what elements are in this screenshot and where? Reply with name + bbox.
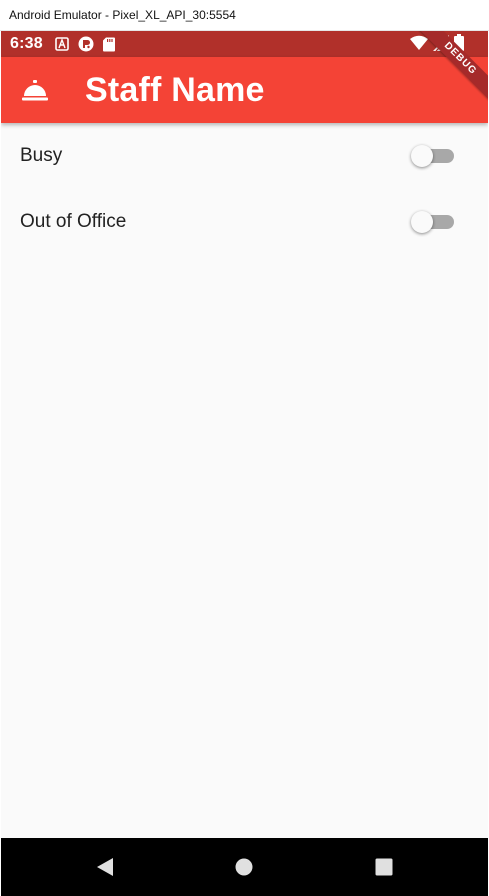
home-icon xyxy=(235,858,253,876)
notification-app-icon xyxy=(78,36,94,52)
home-button[interactable] xyxy=(224,838,264,896)
recents-icon xyxy=(375,858,393,876)
busy-toggle-thumb xyxy=(411,145,433,167)
page-title: Staff Name xyxy=(85,70,265,109)
status-icons-left xyxy=(55,36,115,52)
out-of-office-label: Out of Office xyxy=(20,211,127,232)
sd-card-icon xyxy=(102,37,115,52)
out-of-office-toggle-thumb xyxy=(411,211,433,233)
status-bar: 6:38 xyxy=(1,31,488,57)
busy-toggle[interactable] xyxy=(411,144,455,168)
busy-setting-row[interactable]: Busy xyxy=(1,123,488,189)
out-of-office-toggle[interactable] xyxy=(411,210,455,234)
status-time: 6:38 xyxy=(10,35,43,52)
recents-button[interactable] xyxy=(364,838,404,896)
window-titlebar: Android Emulator - Pixel_XL_API_30:5554 xyxy=(0,0,489,31)
back-button[interactable] xyxy=(85,838,125,896)
window-title: Android Emulator - Pixel_XL_API_30:5554 xyxy=(9,8,236,22)
app-bar: Staff Name xyxy=(1,57,488,123)
room-service-bell-icon xyxy=(21,76,49,104)
settings-list: Busy Out of Office xyxy=(1,123,488,255)
wifi-icon xyxy=(410,35,428,51)
back-icon xyxy=(97,858,113,876)
font-app-icon xyxy=(55,37,69,51)
device-screen: 6:38 Staff Name DEBUG Busy Out of Office xyxy=(1,31,488,896)
out-of-office-setting-row[interactable]: Out of Office xyxy=(1,189,488,255)
navigation-bar xyxy=(1,838,488,896)
busy-label: Busy xyxy=(20,145,63,166)
